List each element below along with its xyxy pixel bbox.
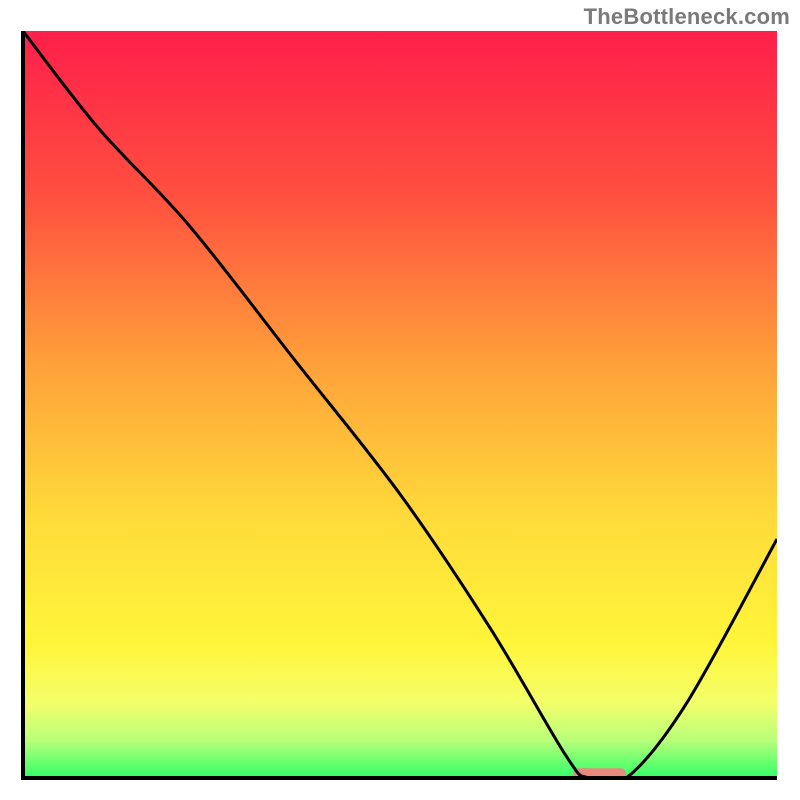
chart-stage: TheBottleneck.com xyxy=(0,0,800,800)
chart-svg xyxy=(0,0,800,800)
chart-background-gradient xyxy=(23,31,777,778)
watermark-text: TheBottleneck.com xyxy=(584,4,790,30)
